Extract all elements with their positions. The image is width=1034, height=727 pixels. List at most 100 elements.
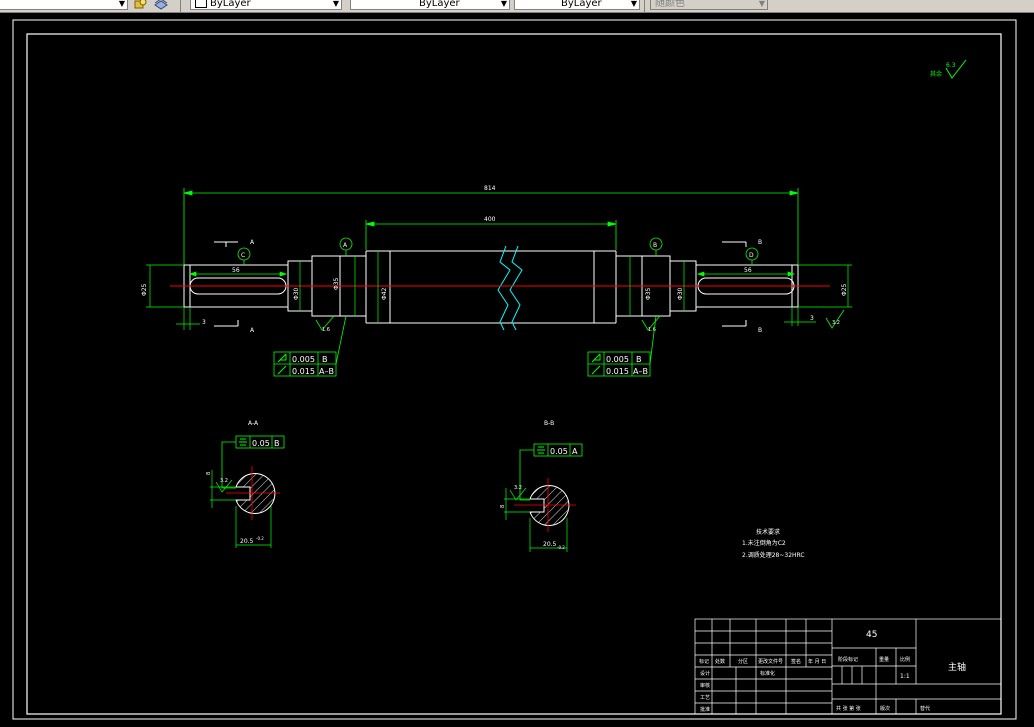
left-keyway-length: 56 [232,267,240,274]
section-aa-key-dim: 8 [206,472,212,475]
drawing-canvas[interactable]: 其余 6.3 814 400 56 56 Φ25 Φ30 Φ35 Φ42 Φ35… [0,13,1034,727]
title-mid-scale: 比例 [900,656,910,663]
section-bb-title: B-B [544,420,554,427]
lineweight-combo-value: ByLayer [561,0,602,9]
roughness-note-value: 6.3 [946,62,956,69]
outer-frame [12,19,1017,720]
datum-d-label: D [749,252,754,259]
section-bb-width-tol: -0.2 [557,545,565,550]
roughness-note: 其余 6.3 [930,59,967,79]
section-bb-view: 0.05 A 20.5 -0.2 8 3.2 [500,443,583,552]
shaft-outline [183,250,799,324]
dim-left-step-dia: Φ30 [293,287,300,300]
section-bb-sym-datum: A [572,447,578,456]
color-combo[interactable]: ByLayer ▼ [190,0,342,10]
runout-icon [277,353,287,363]
section-bb-width: 20.5 [543,541,557,548]
title-header-docno: 更改文件号 [758,658,783,665]
dim-right-end-dia: Φ25 [841,283,848,296]
linetype-combo-value: ByLayer [419,0,460,9]
section-aa-width-tol: -0.2 [256,536,264,541]
layer-previous-icon[interactable] [154,0,168,10]
title-material: 45 [866,630,877,640]
section-b-bottom: B [758,327,762,334]
middle-length-label: 400 [484,216,496,223]
color-combo-value: ByLayer [210,0,251,9]
title-row-design: 设计 [700,670,710,677]
runout-icon [591,353,601,363]
runout-icon [277,365,287,375]
keyway-dimensions [188,271,796,277]
roughness-symbols [315,309,845,331]
left-tol-row1-value: 0.005 [292,355,315,364]
title-scale: 1:1 [900,673,910,680]
title-header-zone: 分区 [738,658,748,665]
section-aa-rough: 3.2 [220,478,228,484]
datum-a-label: A [343,242,348,249]
section-a-bottom: A [250,327,255,334]
chevron-down-icon: ▼ [758,0,765,8]
datum-b-label: B [653,242,657,249]
title-header-count: 处数 [715,658,725,665]
section-bb-rough: 3.2 [514,485,522,491]
tech-req-line2: 2.调质处理28~32HRC [742,551,805,559]
left-tolerance-frame: 0.005 B 0.015 A–B [273,315,347,377]
section-aa-sym-value: 0.05 [252,439,270,448]
toolbar-separator [180,0,181,12]
end-offset-dims [176,307,816,330]
section-aa-sym-datum: B [274,439,280,448]
chevron-down-icon: ▼ [630,0,637,8]
title-header-date: 年 月 日 [808,658,826,665]
right-tol-row2-datum: A–B [633,367,648,376]
plotstyle-combo-value: 随颜色 [655,0,685,9]
right-tol-row2-value: 0.015 [606,367,629,376]
toolbar-separator [644,0,645,12]
rough-right-end: 3.2 [832,320,840,326]
title-row-approve: 批准 [700,706,710,713]
dim-left-bearing-dia: Φ35 [333,277,340,290]
section-bb-key-dim: 8 [500,505,506,508]
title-sheet-label: 版次 [880,705,890,712]
section-cut-indicators [214,241,747,327]
chevron-down-icon: ▼ [118,0,125,8]
section-bb-sym-value: 0.05 [550,447,568,456]
tech-req-line1: 1.未注倒角为C2 [742,539,786,547]
dim-right-offset: 3 [810,315,814,322]
section-a-top: A [250,239,255,246]
rough-left-bearing: 1.6 [322,327,330,333]
title-row-review: 审核 [700,682,710,689]
section-b-top: B [758,239,762,246]
symmetry-icon [239,438,247,446]
section-aa-view: 0.05 B 20.5 -0.2 8 3.2 [206,435,285,548]
plotstyle-combo: 随颜色 ▼ [650,0,768,10]
lineweight-combo[interactable]: ByLayer ▼ [514,0,640,10]
section-aa-width: 20.5 [240,538,254,545]
right-keyway-length: 56 [744,267,752,274]
right-tolerance-frame: 0.005 B 0.015 A–B [587,315,657,377]
diameter-dimensions [146,251,852,323]
properties-toolbar: ▼ ByLayer ▼ ByLayer ▼ ByLayer ▼ 随颜色 ▼ [0,0,1034,13]
chevron-down-icon: ▼ [332,0,339,8]
layer-combo[interactable]: ▼ [0,0,128,10]
runout-icon [591,365,601,375]
title-mid-weight: 重量 [879,656,889,663]
title-header-sign: 签名 [791,658,801,665]
dim-left-offset: 3 [202,319,206,326]
title-mid-standard: 标准化 [760,670,775,677]
layer-make-current-icon[interactable] [133,0,147,10]
right-tol-row1-datum: B [636,355,642,364]
dim-right-step-dia: Φ30 [677,287,684,300]
dim-mid-dia: Φ42 [381,287,388,300]
chevron-down-icon: ▼ [500,0,507,8]
linetype-combo[interactable]: ByLayer ▼ [350,0,510,10]
title-mid-stage: 阶段标记 [838,656,858,663]
title-header-mark: 标记 [699,658,709,665]
symmetry-icon [537,446,545,454]
tech-req-heading: 技术要求 [756,528,780,536]
left-tol-row2-datum: A–B [319,367,334,376]
roughness-note-label: 其余 [930,70,942,78]
break-line [497,245,523,331]
color-swatch [195,0,207,8]
title-row-process: 工艺 [700,695,710,701]
inner-frame [26,33,1002,715]
